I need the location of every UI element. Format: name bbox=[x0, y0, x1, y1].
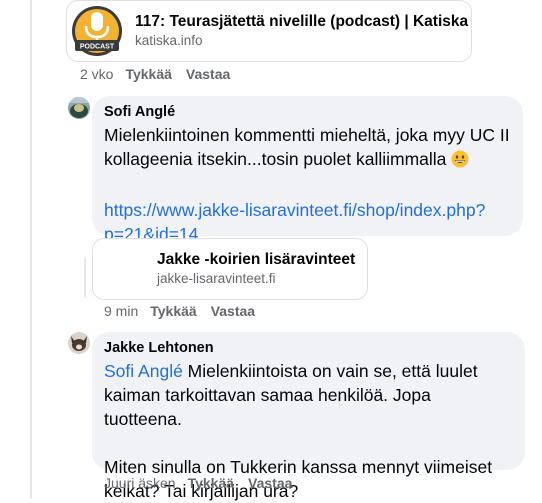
comment-bubble: Sofi Anglé Mielenkiintoinen kommentti mi… bbox=[92, 96, 523, 244]
avatar[interactable] bbox=[68, 97, 90, 119]
reply-thread-line bbox=[84, 258, 86, 298]
comment-actions: Juuri äsken Tykkää Vastaa bbox=[104, 475, 306, 491]
comment-bubble: Jakke Lehtonen Sofi Anglé Mielenkiintois… bbox=[92, 332, 525, 501]
grinning-face-emoji bbox=[451, 150, 469, 174]
comment-author[interactable]: Jakke Lehtonen bbox=[104, 339, 513, 357]
link-preview-katiska[interactable]: PODCAST 117: Teurasjätettä nivelille (po… bbox=[66, 0, 472, 62]
shop-link[interactable]: https://www.jakke-lisaravinteet.fi/shop/… bbox=[104, 200, 485, 220]
like-button[interactable]: Tykkää bbox=[188, 475, 234, 491]
thread-line bbox=[30, 0, 32, 499]
mention-link[interactable]: Sofi Anglé bbox=[104, 361, 183, 381]
link-domain: katiska.info bbox=[135, 33, 203, 48]
like-button[interactable]: Tykkää bbox=[125, 66, 171, 82]
comment-actions: 2 vko Tykkää Vastaa bbox=[80, 66, 244, 82]
link-thumbnail bbox=[93, 239, 149, 299]
comment-text: Mielenkiintoinen kommentti mieheltä, jok… bbox=[104, 123, 511, 246]
like-button[interactable]: Tykkää bbox=[150, 303, 196, 319]
link-title: 117: Teurasjätettä nivelille (podcast) |… bbox=[135, 13, 469, 30]
reply-button[interactable]: Vastaa bbox=[248, 475, 292, 491]
timestamp[interactable]: 9 min bbox=[104, 303, 138, 319]
timestamp[interactable]: Juuri äsken bbox=[104, 475, 176, 491]
reply-button[interactable]: Vastaa bbox=[186, 66, 230, 82]
timestamp[interactable]: 2 vko bbox=[80, 66, 113, 82]
avatar[interactable] bbox=[68, 332, 90, 354]
reply-button[interactable]: Vastaa bbox=[211, 303, 255, 319]
podcast-badge-text: PODCAST bbox=[80, 44, 115, 51]
comment-actions: 9 min Tykkää Vastaa bbox=[104, 303, 269, 319]
comment-body: Mielenkiintoinen kommentti mieheltä, jok… bbox=[104, 125, 510, 169]
podcast-microphone-icon: PODCAST bbox=[67, 1, 127, 61]
link-preview-jakke[interactable]: Jakke -koirien lisäravinteet jakke-lisar… bbox=[92, 238, 368, 300]
link-title: Jakke -koirien lisäravinteet bbox=[157, 251, 356, 268]
link-domain: jakke-lisaravinteet.fi bbox=[157, 271, 276, 286]
comment-author[interactable]: Sofi Anglé bbox=[104, 103, 511, 121]
